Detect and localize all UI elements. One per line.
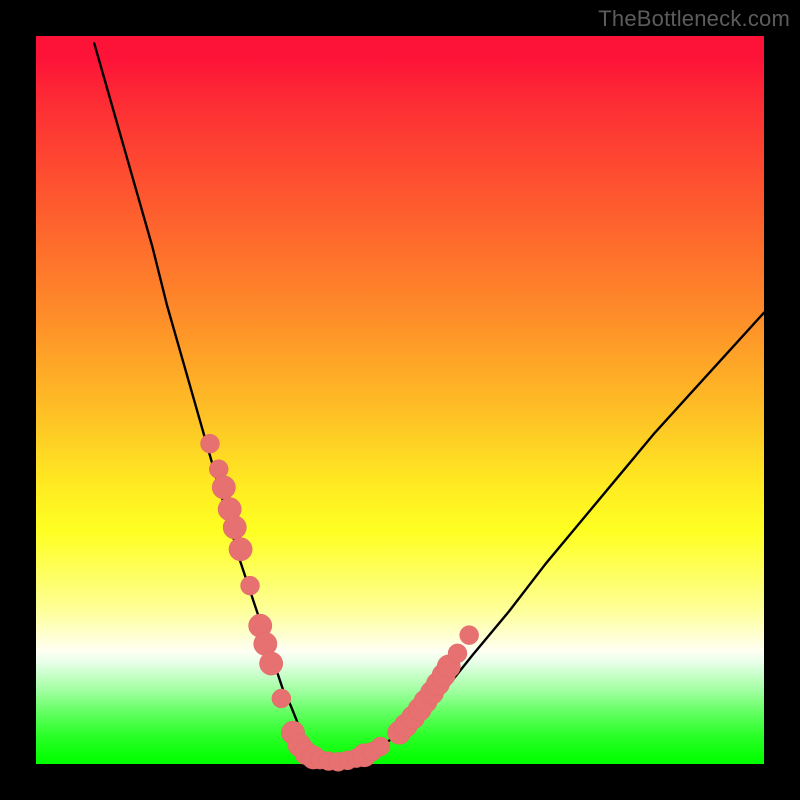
watermark-text: TheBottleneck.com xyxy=(598,6,790,32)
curve-marker xyxy=(241,576,260,595)
curve-marker xyxy=(371,737,390,756)
curve-marker xyxy=(460,626,479,645)
plot-area xyxy=(36,36,764,764)
curve-marker xyxy=(229,538,252,561)
curve-marker xyxy=(259,652,282,675)
curve-marker xyxy=(212,476,235,499)
curve-marker xyxy=(448,644,467,663)
chart-frame: TheBottleneck.com xyxy=(0,0,800,800)
curve-marker xyxy=(272,689,291,708)
curve-marker xyxy=(223,516,246,539)
curve-marker xyxy=(201,434,220,453)
curve-line xyxy=(94,43,764,762)
curve-markers xyxy=(201,434,479,771)
chart-svg xyxy=(36,36,764,764)
